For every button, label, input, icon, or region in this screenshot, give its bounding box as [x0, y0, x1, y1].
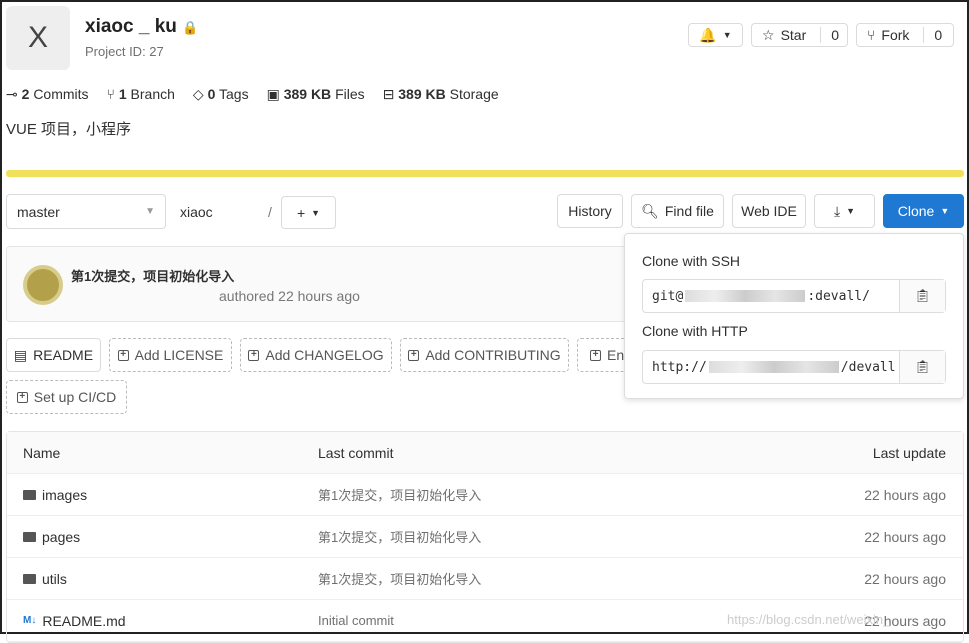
add-file-dropdown[interactable]: + ▼ [281, 196, 336, 229]
ssh-url-field[interactable]: git@:devall/📋︎ [642, 279, 946, 313]
stat-tags[interactable]: ◇ 0 Tags [193, 86, 249, 103]
setup-cicd-button[interactable]: + Set up CI/CD [6, 380, 127, 414]
branch-icon: ⑂ [106, 86, 115, 102]
lock-icon: 🔒 [182, 20, 199, 35]
folder-icon [23, 531, 36, 542]
add-changelog-button[interactable]: + Add CHANGELOG [240, 338, 392, 372]
stat-files[interactable]: ▣ 389 KB Files [267, 86, 365, 103]
chevron-down-icon: ▼ [311, 207, 321, 218]
fork-count[interactable]: 0 [923, 27, 942, 43]
breadcrumb-separator: / [268, 204, 272, 220]
project-title[interactable]: xiaoc _ ku 🔒 [85, 16, 198, 38]
project-id: Project ID: 27 [85, 44, 164, 59]
star-button[interactable]: ☆ Star 0 [751, 23, 848, 47]
markdown-icon: M↓ [23, 615, 37, 626]
search-icon: 🔍︎ [641, 202, 659, 219]
commit-title[interactable]: 第1次提交，项目初始化导入 [71, 266, 234, 285]
clone-dropdown: Clone with SSH git@:devall/📋︎ Clone with… [624, 233, 964, 399]
table-row[interactable]: utils 第1次提交，项目初始化导入 22 hours ago [7, 558, 963, 600]
history-button[interactable]: History [557, 194, 623, 228]
table-row[interactable]: pages 第1次提交，项目初始化导入 22 hours ago [7, 516, 963, 558]
commit-icon: ⊸ [6, 86, 18, 102]
chevron-down-icon: ▼ [940, 206, 950, 216]
copy-http-button[interactable]: 📋︎ [899, 351, 945, 383]
stat-commits[interactable]: ⊸ 2 Commits [6, 86, 89, 103]
ssh-label: Clone with SSH [642, 253, 741, 269]
stat-storage[interactable]: ⊟ 389 KB Storage [383, 86, 499, 103]
fork-button[interactable]: ⑂ Fork 0 [856, 23, 954, 47]
download-icon: ⤓ [833, 202, 841, 219]
chevron-down-icon: ▼ [145, 206, 155, 217]
web-ide-button[interactable]: Web IDE [732, 194, 806, 228]
plus-square-icon: + [590, 349, 601, 361]
plus-square-icon: + [117, 349, 129, 361]
clipboard-icon: 📋︎ [914, 359, 931, 375]
tag-icon: ◇ [192, 86, 204, 102]
project-stats: ⊸ 2 Commits ⑂ 1 Branch ◇ 0 Tags ▣ 389 KB… [6, 86, 499, 103]
breadcrumb-path[interactable]: xiaoc [180, 204, 213, 220]
table-row[interactable]: images 第1次提交，项目初始化导入 22 hours ago [7, 474, 963, 516]
bell-icon: 🔔 [699, 26, 717, 43]
plus-square-icon: + [248, 349, 260, 361]
project-description: VUE 项目，小程序 [6, 121, 132, 138]
http-label: Clone with HTTP [642, 323, 748, 339]
find-file-button[interactable]: 🔍︎ Find file [631, 194, 724, 228]
readme-button[interactable]: ▤ README [6, 338, 101, 372]
download-button[interactable]: ⤓ ▼ [814, 194, 875, 228]
http-url-field[interactable]: http:///devall 📋︎ [642, 350, 946, 384]
chevron-down-icon: ▼ [722, 30, 732, 40]
language-bar [6, 170, 964, 177]
branch-select[interactable]: master ▼ [6, 194, 166, 229]
clone-button[interactable]: Clone ▼ [883, 194, 964, 228]
watermark: https://blog.csdn.net/weixin_ [727, 612, 891, 627]
plus-square-icon: + [16, 391, 28, 403]
add-license-button[interactable]: + Add LICENSE [109, 338, 232, 372]
folder-icon [23, 489, 36, 500]
copy-ssh-button[interactable]: 📋︎ [899, 280, 945, 312]
notification-button[interactable]: 🔔 ▼ [688, 23, 743, 47]
file-icon: ▣ [266, 86, 280, 102]
plus-square-icon: + [408, 349, 420, 361]
file-icon: ▤ [13, 346, 28, 363]
table-header: Name Last commit Last update [7, 432, 963, 474]
fork-icon: ⑂ [867, 27, 876, 43]
star-icon: ☆ [762, 26, 775, 43]
commit-author-avatar[interactable] [23, 265, 63, 305]
clipboard-icon: 📋︎ [914, 288, 931, 304]
plus-icon: + [296, 204, 306, 221]
folder-icon [23, 573, 36, 584]
commit-meta: authored 22 hours ago [219, 288, 360, 304]
star-count[interactable]: 0 [820, 27, 839, 43]
stat-branches[interactable]: ⑂ 1 Branch [107, 86, 175, 103]
add-contributing-button[interactable]: + Add CONTRIBUTING [400, 338, 569, 372]
project-avatar: X [6, 6, 70, 70]
storage-icon: ⊟ [382, 86, 395, 102]
chevron-down-icon: ▼ [846, 206, 856, 216]
